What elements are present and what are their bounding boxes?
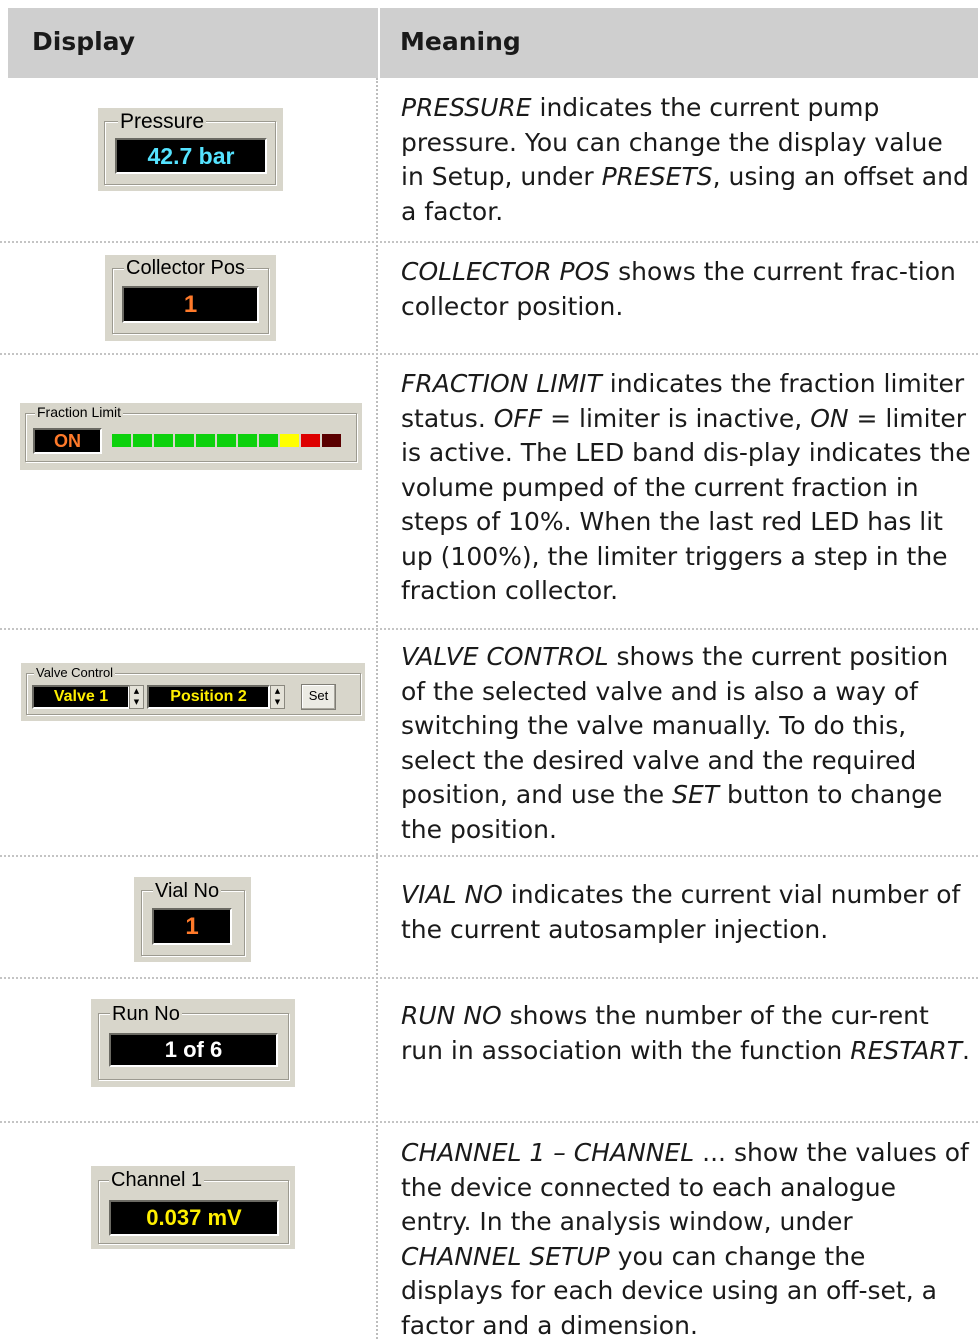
collector-pos-value: 1 — [122, 286, 259, 323]
fraction-limit-status: ON — [33, 428, 102, 454]
led-segment — [238, 434, 257, 447]
position-spinner[interactable]: ▲ ▼ — [270, 685, 285, 709]
led-segment — [112, 434, 131, 447]
table-row-pressure: Pressure 42.7 bar PRESSURE indicates the… — [0, 78, 978, 243]
collector-pos-description: COLLECTOR POS shows the current frac-tio… — [401, 257, 956, 321]
spin-up-icon[interactable]: ▲ — [130, 686, 143, 697]
header-meaning: Meaning — [400, 27, 521, 56]
channel-description: CHANNEL 1 – CHANNEL ... show the values … — [401, 1138, 969, 1340]
valve-control-label: Valve Control — [34, 665, 116, 680]
channel-display: Channel 1 0.037 mV — [91, 1166, 295, 1249]
fraction-limit-description: FRACTION LIMIT indicates the fraction li… — [401, 369, 971, 605]
run-no-label: Run No — [110, 1003, 182, 1025]
pressure-display: Pressure 42.7 bar — [98, 108, 283, 191]
spin-down-icon[interactable]: ▼ — [271, 697, 284, 708]
led-segment — [133, 434, 152, 447]
led-segment — [217, 434, 236, 447]
collector-pos-display: Collector Pos 1 — [105, 255, 276, 341]
led-segment — [196, 434, 215, 447]
pressure-description: PRESSURE indicates the current pump pres… — [401, 93, 969, 226]
led-segment — [280, 434, 299, 447]
led-segment — [301, 434, 320, 447]
valve-control-display: Valve Control Valve 1 ▲ ▼ Position 2 ▲ ▼… — [21, 663, 365, 721]
collector-pos-label: Collector Pos — [124, 257, 247, 279]
spin-down-icon[interactable]: ▼ — [130, 697, 143, 708]
led-band — [112, 434, 344, 447]
pressure-label: Pressure — [118, 110, 207, 133]
channel-value: 0.037 mV — [109, 1200, 279, 1236]
table-header: Display Meaning — [8, 8, 978, 78]
valve-control-description: VALVE CONTROL shows the current position… — [401, 642, 949, 844]
led-segment — [175, 434, 194, 447]
fraction-limit-label: Fraction Limit — [35, 404, 124, 420]
table-row-valve-control: Valve Control Valve 1 ▲ ▼ Position 2 ▲ ▼… — [0, 630, 978, 857]
header-separator — [378, 8, 380, 78]
position-select[interactable]: Position 2 — [147, 685, 270, 709]
vial-no-label: Vial No — [153, 880, 222, 902]
vial-no-description: VIAL NO indicates the current vial numbe… — [401, 880, 961, 944]
table-row-vial-no: Vial No 1 VIAL NO indicates the current … — [0, 857, 978, 979]
valve-select[interactable]: Valve 1 — [32, 685, 130, 709]
run-no-display: Run No 1 of 6 — [91, 999, 295, 1087]
table-row-channel: Channel 1 0.037 mV CHANNEL 1 – CHANNEL .… — [0, 1123, 978, 1340]
table-row-run-no: Run No 1 of 6 RUN NO shows the number of… — [0, 979, 978, 1123]
header-display: Display — [32, 27, 136, 56]
table-row-collector-pos: Collector Pos 1 COLLECTOR POS shows the … — [0, 243, 978, 355]
channel-label: Channel 1 — [109, 1169, 205, 1191]
valve-spinner[interactable]: ▲ ▼ — [129, 685, 144, 709]
vial-no-display: Vial No 1 — [134, 877, 251, 962]
pressure-value: 42.7 bar — [115, 138, 267, 174]
led-segment — [322, 434, 341, 447]
led-segment — [154, 434, 173, 447]
run-no-value: 1 of 6 — [109, 1033, 278, 1067]
table-row-fraction-limit: Fraction Limit ON FRACTION LIMIT indicat… — [0, 355, 978, 630]
spin-up-icon[interactable]: ▲ — [271, 686, 284, 697]
set-button[interactable]: Set — [301, 684, 336, 710]
vial-no-value: 1 — [152, 908, 232, 945]
led-segment — [259, 434, 278, 447]
fraction-limit-display: Fraction Limit ON — [20, 403, 362, 470]
run-no-description: RUN NO shows the number of the cur-rent … — [401, 1001, 970, 1065]
